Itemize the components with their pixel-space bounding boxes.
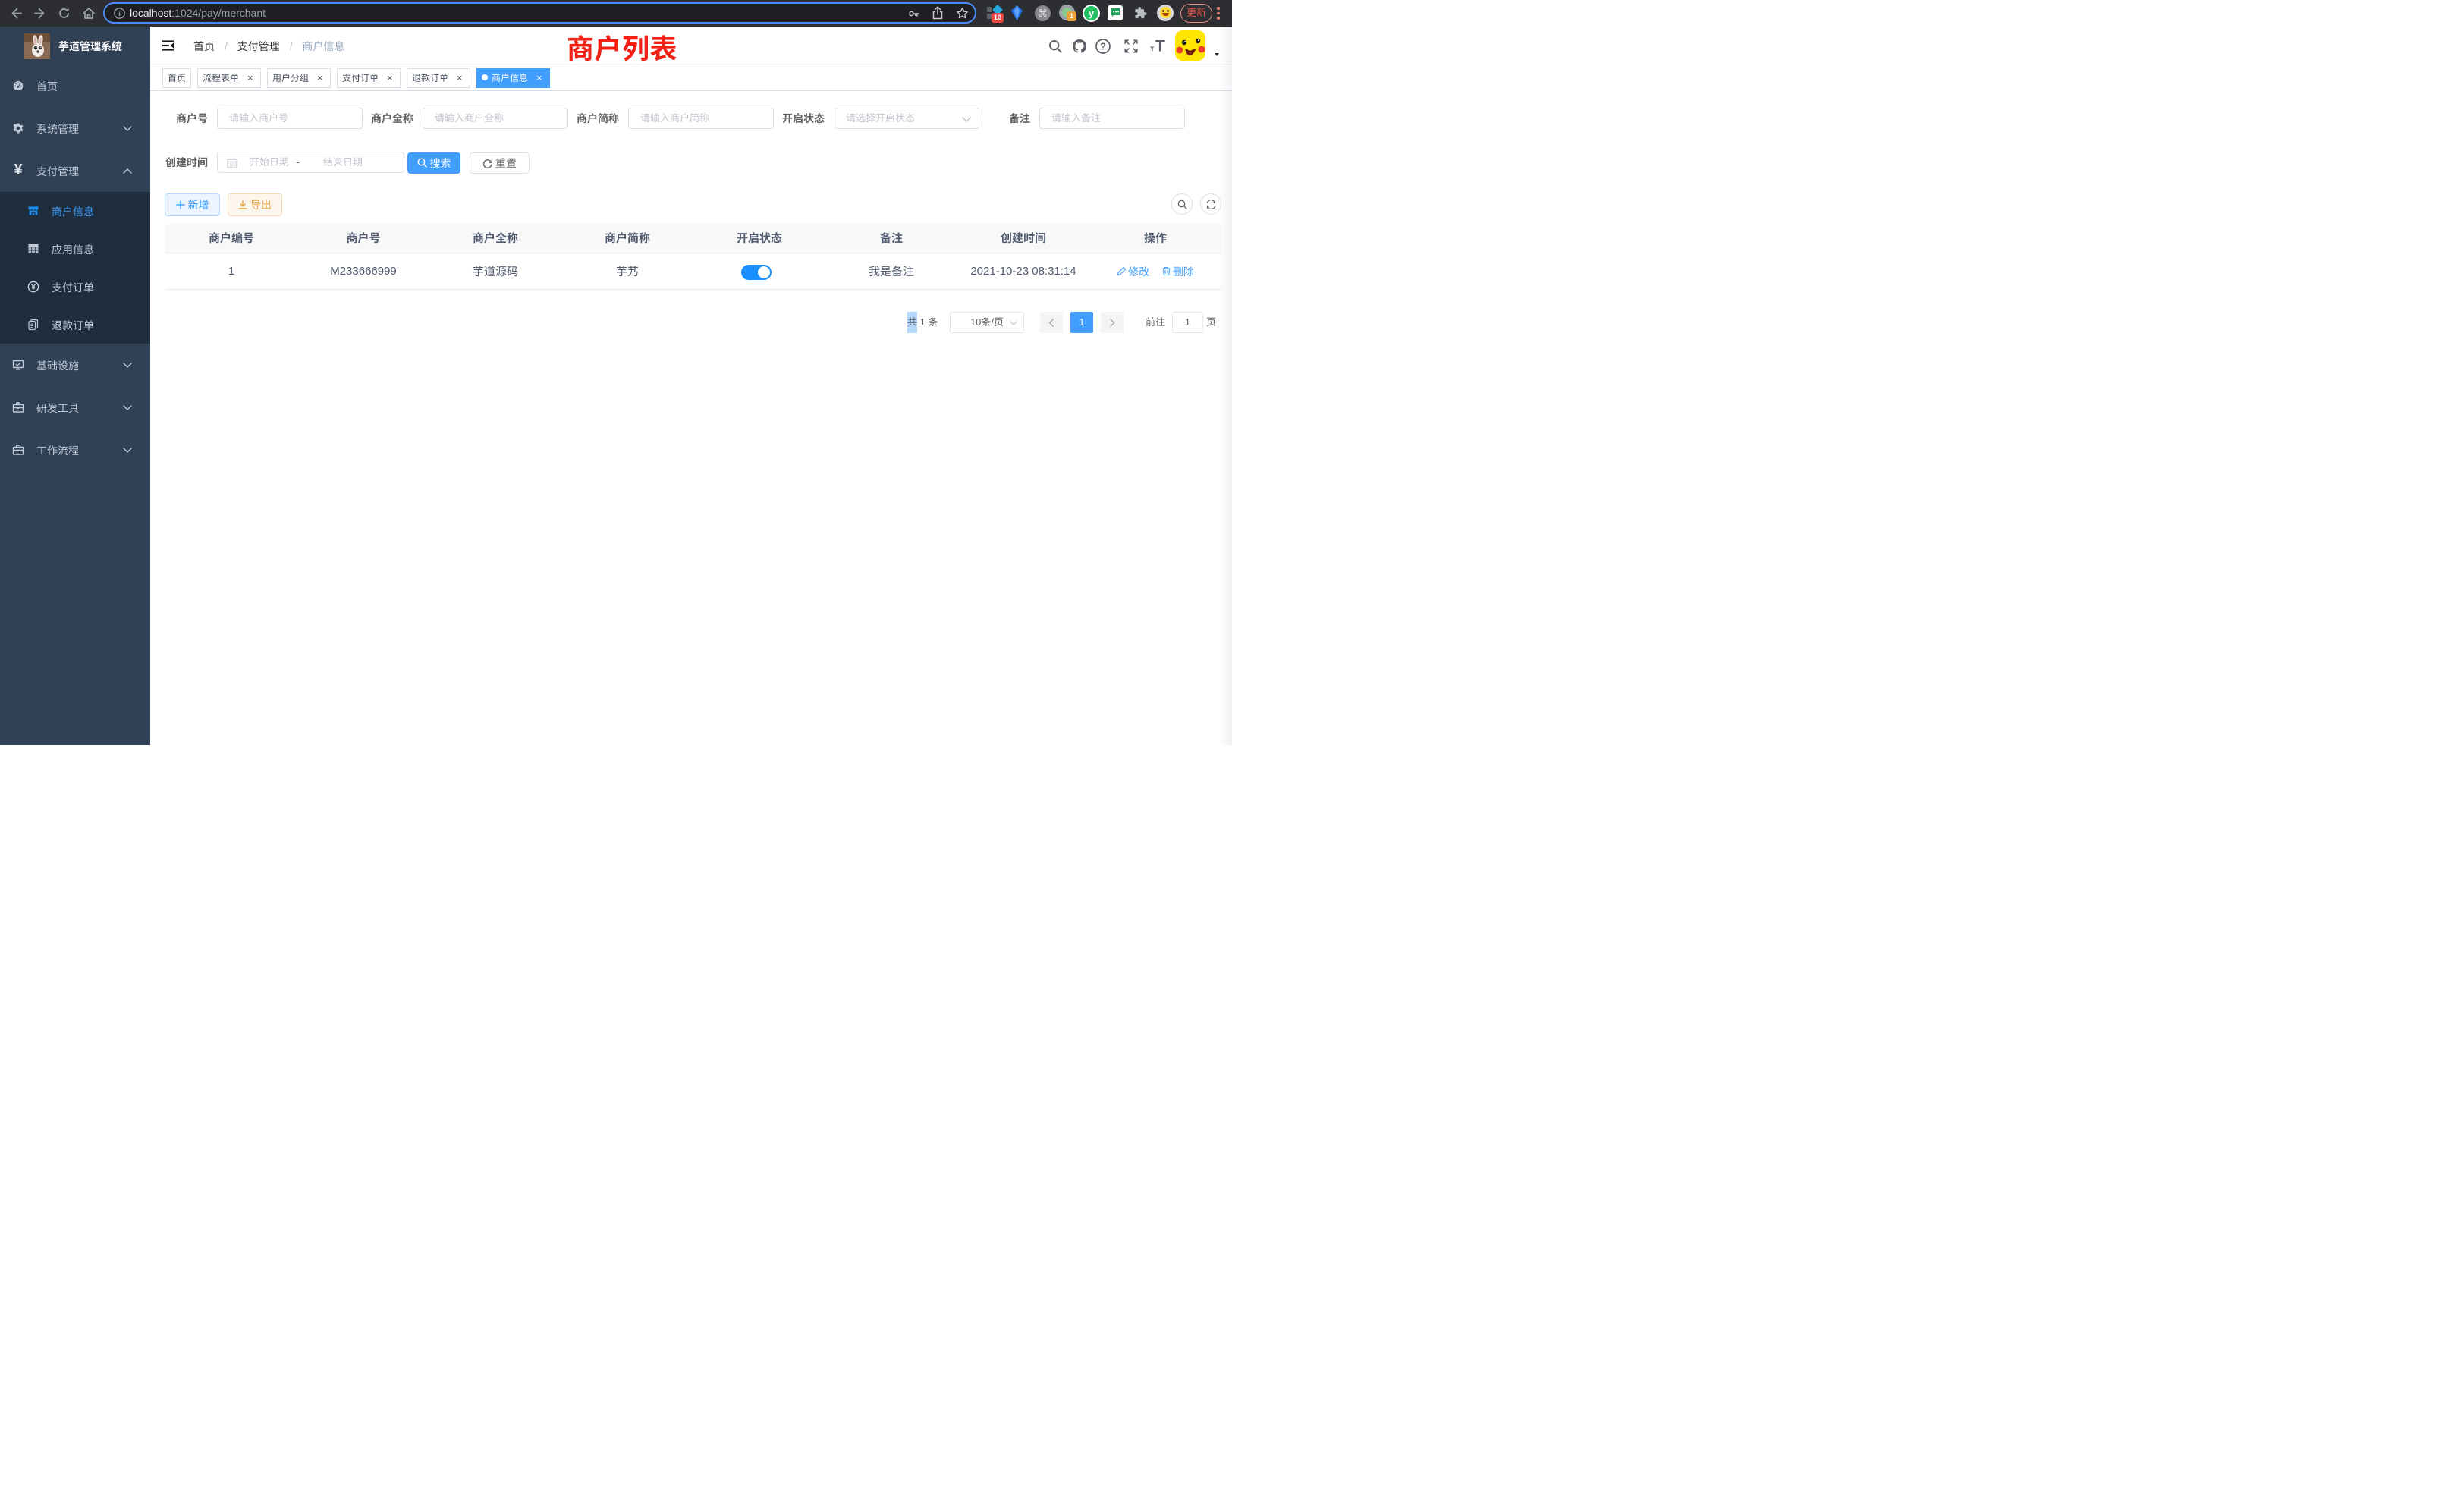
svg-text:T: T — [1155, 39, 1165, 53]
svg-text:т: т — [1150, 45, 1155, 54]
svg-text:?: ? — [1100, 41, 1106, 52]
